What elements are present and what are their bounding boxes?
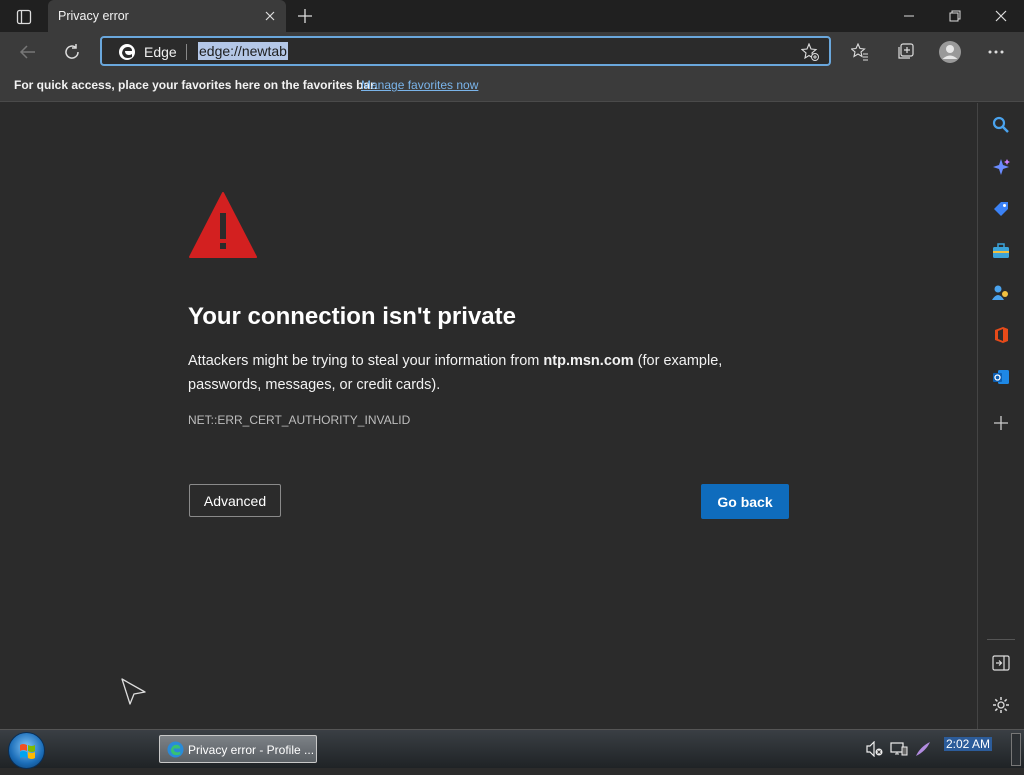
restore-icon[interactable] [932,0,978,32]
browser-tab[interactable]: Privacy error [48,0,286,32]
tab-title: Privacy error [58,9,129,23]
copilot-icon[interactable] [990,156,1012,178]
volume-muted-icon[interactable] [866,740,884,758]
taskbar-clock[interactable]: 2:02 AM [944,737,993,751]
toolbar: Edge edge://newtab [0,32,1024,72]
page-heading: Your connection isn't private [188,303,516,330]
tools-icon[interactable] [990,240,1012,262]
new-tab-icon[interactable] [294,6,316,26]
error-page: Your connection isn't private Attackers … [0,103,977,729]
more-options-icon[interactable] [984,40,1008,64]
show-desktop-button[interactable] [1011,733,1021,766]
manage-favorites-link[interactable]: Manage favorites now [361,78,478,92]
close-tab-icon[interactable] [262,8,278,24]
warning-icon [189,192,257,258]
hide-sidebar-icon[interactable] [990,652,1012,674]
close-window-icon[interactable] [978,0,1024,32]
taskbar: Privacy error - Profile ... 2:02 AM [0,729,1024,769]
title-bar: Privacy error [0,0,1024,32]
network-icon[interactable] [890,740,908,758]
taskbar-item-edge[interactable]: Privacy error - Profile ... [159,735,317,763]
back-arrow-icon[interactable] [16,40,40,64]
add-favorite-icon[interactable] [801,43,819,61]
advanced-button[interactable]: Advanced [189,484,281,517]
address-divider [186,44,187,60]
profile-avatar-icon[interactable] [938,40,962,64]
site-label: Edge [144,44,177,60]
shopping-icon[interactable] [990,198,1012,220]
edge-icon [167,741,184,758]
mouse-cursor-icon [121,678,146,705]
favorites-icon[interactable] [848,40,872,64]
go-back-button[interactable]: Go back [701,484,789,519]
address-bar[interactable]: Edge edge://newtab [100,36,831,66]
people-icon[interactable] [990,282,1012,304]
url-input[interactable]: edge://newtab [198,42,288,60]
sidebar-divider [987,639,1015,640]
collections-icon[interactable] [893,40,917,64]
edge-logo-icon [119,44,135,60]
refresh-icon[interactable] [60,40,84,64]
error-code: NET::ERR_CERT_AUTHORITY_INVALID [188,413,411,427]
taskbar-item-label: Privacy error - Profile ... [188,743,315,757]
favorites-bar: For quick access, place your favorites h… [0,72,1024,102]
description-text: Attackers might be trying to steal your … [188,353,544,369]
windows-logo-icon [20,744,35,759]
tab-actions-icon[interactable] [10,7,38,27]
favorites-bar-message: For quick access, place your favorites h… [14,78,378,92]
outlook-icon[interactable] [990,366,1012,388]
error-description: Attackers might be trying to steal your … [188,349,798,397]
settings-icon[interactable] [990,694,1012,716]
start-button[interactable] [8,732,45,769]
add-icon[interactable] [990,412,1012,434]
host-name: ntp.msn.com [543,353,634,369]
pen-icon[interactable] [914,740,932,758]
edge-sidebar [977,103,1024,729]
minimize-icon[interactable] [886,0,932,32]
office-icon[interactable] [990,324,1012,346]
search-icon[interactable] [990,114,1012,136]
